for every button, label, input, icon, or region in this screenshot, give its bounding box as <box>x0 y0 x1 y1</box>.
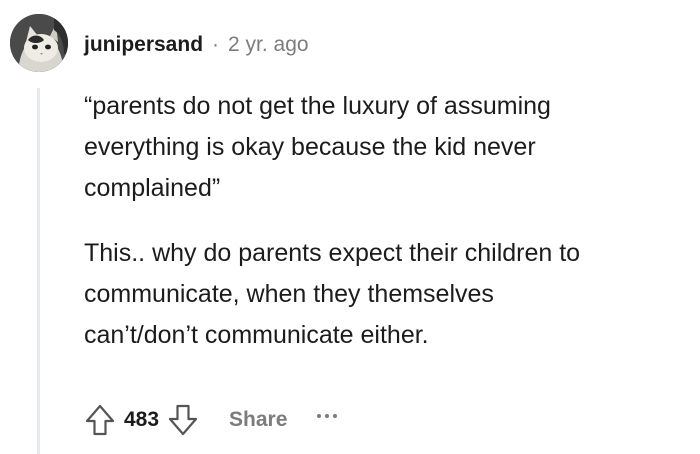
meta-separator: · <box>212 33 220 56</box>
arrow-down-icon <box>168 404 198 436</box>
cat-avatar-icon <box>10 14 68 72</box>
upvote-button[interactable] <box>80 400 120 440</box>
avatar[interactable] <box>10 14 68 72</box>
comment-timestamp[interactable]: 2 yr. ago <box>228 33 309 57</box>
more-dot <box>317 414 322 418</box>
comment-paragraph-quote: “parents do not get the luxury of assumi… <box>84 92 551 202</box>
author-username[interactable]: junipersand <box>84 33 203 57</box>
more-options-icon[interactable] <box>317 401 338 431</box>
share-button[interactable]: Share <box>225 402 291 438</box>
thread-line[interactable] <box>37 88 40 454</box>
comment-header: junipersand · 2 yr. ago <box>84 30 309 60</box>
arrow-up-icon <box>85 404 115 436</box>
more-dot <box>325 414 330 418</box>
downvote-button[interactable] <box>163 400 203 440</box>
comment-body: “parents do not get the luxury of assumi… <box>84 86 696 356</box>
comment-actions: 483 Share <box>80 398 338 442</box>
comment: junipersand · 2 yr. ago “parents do not … <box>0 0 700 454</box>
comment-paragraph-reply: This.. why do parents expect their child… <box>84 239 581 349</box>
more-dot <box>333 414 338 418</box>
vote-score: 483 <box>124 408 160 431</box>
